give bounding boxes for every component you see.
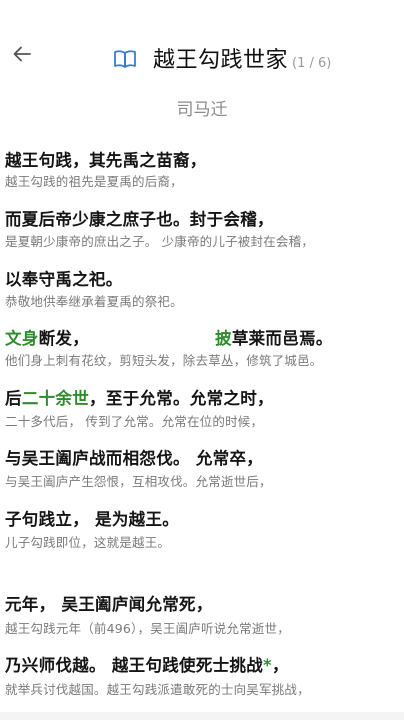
translation-text: 越王勾践的祖先是夏禹的后裔， bbox=[5, 174, 183, 189]
translation-text: 越王勾践元年（前496），吴王阖庐听说允常逝世， bbox=[5, 621, 290, 636]
text-segment: 后 bbox=[5, 389, 22, 408]
bottom-edge bbox=[0, 712, 404, 720]
annotation-star[interactable]: * bbox=[263, 656, 272, 675]
translation-text: 恭敬地供奉继承着夏禹的祭祀。 bbox=[5, 294, 183, 309]
highlighted-phrase[interactable]: 二十余世 bbox=[22, 389, 89, 408]
translation-text: 他们身上刺有花纹，剪短头发，除去草丛，修筑了城邑。 bbox=[5, 353, 323, 368]
original-text[interactable]: 文身断发， 披草莱而邑焉。 bbox=[5, 325, 404, 349]
highlighted-phrase[interactable]: 披 bbox=[215, 329, 232, 348]
text-segment: 断发， bbox=[38, 329, 90, 348]
original-text[interactable]: 而夏后帝少康之庶子也。封于会稽， bbox=[5, 206, 274, 230]
translation-text: 是夏朝少康帝的庶出之子。 少康帝的儿子被封在会稽， bbox=[5, 234, 314, 249]
translation-text: 二十多代后， 传到了允常。允常在位的时候， bbox=[5, 414, 264, 429]
text-segment: 草莱而邑焉。 bbox=[231, 329, 333, 348]
text-segment: ， bbox=[271, 656, 289, 675]
original-text[interactable]: 与吴王阖庐战而相怨伐。 允常卒， bbox=[5, 445, 263, 469]
original-text[interactable]: 越王句践，其先禹之苗裔， bbox=[5, 147, 207, 171]
translation-text: 与吴王阖庐产生怨恨，互相攻伐。允常逝世后， bbox=[5, 474, 272, 489]
back-button[interactable] bbox=[8, 40, 36, 68]
original-text[interactable]: 乃兴师伐越。 越王句践使死士挑战*， bbox=[5, 652, 289, 676]
text-segment: 乃兴师伐越。 越王句践使死士挑战 bbox=[5, 656, 264, 675]
translation-text: 儿子勾践即位，这就是越王。 bbox=[5, 535, 171, 550]
author-name: 司马迁 bbox=[176, 100, 228, 120]
app-header: 越王勾践世家 (1 / 6) bbox=[0, 0, 404, 92]
arrow-left-icon bbox=[13, 46, 31, 62]
open-book-icon[interactable] bbox=[112, 48, 138, 70]
title-text: 越王勾践世家 bbox=[153, 48, 289, 73]
page-title: 越王勾践世家 (1 / 6) bbox=[153, 42, 331, 74]
translation-text: 就举兵讨伐越国。越王勾践派遣敢死的士向吴军挑战， bbox=[5, 682, 310, 697]
original-text[interactable]: 后二十余世，至于允常。允常之时， bbox=[5, 385, 274, 409]
text-segment: ，至于允常。允常之时， bbox=[89, 389, 274, 408]
original-text[interactable]: 元年， 吴王阖庐闻允常死， bbox=[5, 591, 213, 615]
original-text[interactable]: 子句践立， 是为越王。 bbox=[5, 506, 179, 530]
highlighted-phrase[interactable]: 文身 bbox=[5, 329, 39, 348]
page-indicator: (1 / 6) bbox=[292, 56, 332, 71]
original-text[interactable]: 以奉守禹之祀。 bbox=[5, 266, 123, 290]
